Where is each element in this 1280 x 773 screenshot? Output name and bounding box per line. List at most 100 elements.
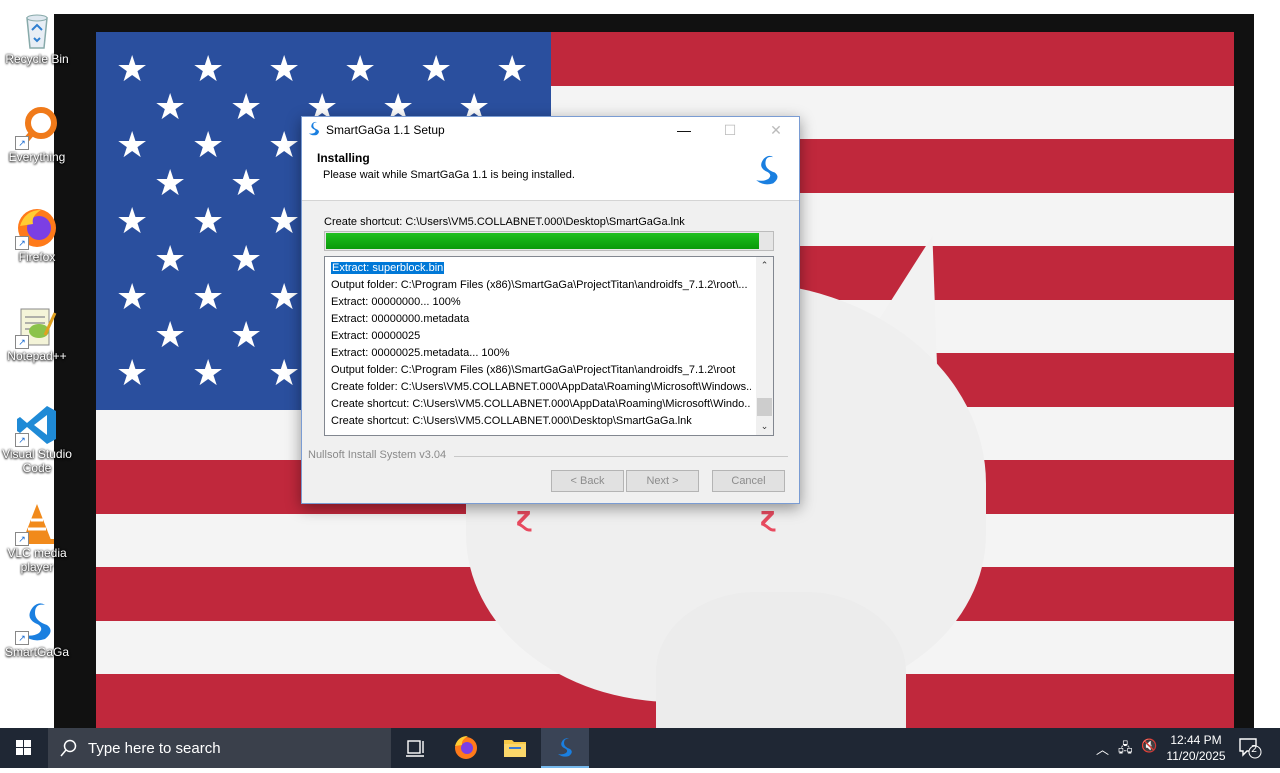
- smartgaga-swan-icon: [750, 153, 784, 189]
- dialog-title: SmartGaGa 1.1 Setup: [326, 123, 445, 137]
- install-progress-bar: [324, 231, 774, 251]
- flag-star-icon: ★: [154, 239, 187, 280]
- scroll-up-icon[interactable]: ⌃: [756, 257, 773, 274]
- file-explorer-icon: [504, 740, 526, 757]
- minimize-icon: —: [677, 122, 691, 138]
- flag-star-icon: ★: [192, 277, 225, 318]
- flag-star-icon: ★: [154, 315, 187, 356]
- taskbar: Type here to search ︿ 🖧 🔇 12:44 PM 11/20…: [0, 728, 1280, 768]
- flag-star-icon: ★: [268, 277, 301, 318]
- flag-star-icon: ★: [268, 353, 301, 394]
- desktop-icon-label: SmartGaGa: [4, 645, 70, 659]
- cancel-button[interactable]: Cancel: [712, 470, 785, 492]
- smartgaga-swan-icon: ↗: [15, 601, 59, 645]
- log-row[interactable]: Create shortcut: C:\Users\VM5.COLLABNET.…: [331, 396, 751, 413]
- flag-star-icon: ★: [230, 87, 263, 128]
- log-row[interactable]: Output folder: C:\Program Files (x86)\Sm…: [331, 362, 751, 379]
- task-view-button[interactable]: [392, 728, 440, 768]
- desktop-icon-label: Everything: [8, 150, 66, 164]
- dialog-titlebar[interactable]: SmartGaGa 1.1 Setup — ☐ ✕: [302, 117, 799, 143]
- desktop-icon-everything[interactable]: ↗ Everything: [2, 106, 72, 164]
- notification-count: 2: [1251, 744, 1258, 755]
- log-row[interactable]: Create shortcut: C:\Users\VM5.COLLABNET.…: [331, 413, 751, 430]
- header-title: Installing: [317, 151, 370, 165]
- flag-star-icon: ★: [192, 201, 225, 242]
- flag-star-icon: ★: [192, 353, 225, 394]
- shortcut-arrow-icon: ↗: [15, 236, 29, 250]
- branding-divider: [454, 456, 788, 457]
- taskbar-smartgaga[interactable]: [541, 728, 589, 768]
- network-icon[interactable]: 🖧: [1118, 739, 1133, 761]
- taskbar-search-box[interactable]: Type here to search: [48, 728, 391, 768]
- shortcut-arrow-icon: ↗: [15, 532, 29, 546]
- next-button[interactable]: Next >: [626, 470, 699, 492]
- log-row[interactable]: Extract: 00000000... 100%: [331, 294, 751, 311]
- recycle-bin-icon: [15, 8, 59, 52]
- flag-star-icon: ★: [268, 201, 301, 242]
- desktop-icon-label: Recycle Bin: [5, 52, 69, 66]
- flag-star-icon: ★: [192, 125, 225, 166]
- desktop-icon-vlc[interactable]: ↗ VLC media player: [2, 502, 72, 574]
- task-view-icon: [406, 740, 424, 757]
- smartgaga-swan-icon: [306, 121, 322, 137]
- flag-star-icon: ★: [230, 163, 263, 204]
- flag-star-icon: ★: [116, 201, 149, 242]
- log-row[interactable]: Extract: superblock.bin: [331, 260, 751, 277]
- action-center-button[interactable]: 2: [1238, 737, 1262, 763]
- close-icon: ✕: [770, 122, 782, 138]
- setup-dialog: SmartGaGa 1.1 Setup — ☐ ✕ Installing Ple…: [301, 116, 800, 504]
- install-log-list[interactable]: Extract: superblock.bin Output folder: C…: [324, 256, 774, 436]
- search-placeholder: Type here to search: [88, 740, 221, 757]
- cat-blush-left: ɀ: [516, 502, 532, 532]
- desktop-icon-recycle-bin[interactable]: Recycle Bin: [2, 8, 72, 66]
- firefox-icon: [455, 736, 477, 759]
- desktop-icon-label: VLC media player: [7, 546, 67, 574]
- flag-star-icon: ★: [116, 125, 149, 166]
- back-button[interactable]: < Back: [551, 470, 624, 492]
- desktop-icon-label: Firefox: [18, 250, 56, 264]
- shortcut-arrow-icon: ↗: [15, 335, 29, 349]
- flag-star-icon: ★: [116, 277, 149, 318]
- vlc-icon: ↗: [15, 502, 59, 546]
- taskbar-file-explorer[interactable]: [491, 728, 539, 768]
- log-row[interactable]: Extract: 00000025: [331, 328, 751, 345]
- volume-muted-icon[interactable]: 🔇: [1141, 739, 1157, 754]
- taskbar-clock[interactable]: 12:44 PM 11/20/2025: [1160, 732, 1232, 764]
- show-hidden-icons-chevron-up-icon[interactable]: ︿: [1096, 739, 1109, 758]
- scroll-down-icon[interactable]: ⌄: [756, 418, 773, 435]
- log-row[interactable]: Output folder: C:\Program Files (x86)\Sm…: [331, 277, 751, 294]
- minimize-button[interactable]: —: [661, 117, 707, 143]
- shortcut-arrow-icon: ↗: [15, 631, 29, 645]
- firefox-icon: ↗: [15, 206, 59, 250]
- flag-star-icon: ★: [496, 49, 529, 90]
- windows-logo-icon: [16, 740, 31, 755]
- flag-star-icon: ★: [268, 49, 301, 90]
- close-button: ✕: [753, 117, 799, 143]
- desktop-icon-label: Notepad++: [7, 349, 67, 363]
- flag-star-icon: ★: [116, 353, 149, 394]
- scroll-thumb[interactable]: [757, 398, 772, 416]
- flag-star-icon: ★: [154, 87, 187, 128]
- flag-star-icon: ★: [230, 315, 263, 356]
- log-row[interactable]: Extract: 00000000.metadata: [331, 311, 751, 328]
- desktop-icon-vscode[interactable]: ↗ Visual Studio Code: [2, 403, 72, 475]
- header-subtitle: Please wait while SmartGaGa 1.1 is being…: [323, 169, 575, 181]
- start-button[interactable]: [0, 728, 48, 768]
- maximize-button: ☐: [707, 117, 753, 143]
- taskbar-firefox[interactable]: [442, 728, 490, 768]
- flag-star-icon: ★: [192, 49, 225, 90]
- dialog-header: Installing Please wait while SmartGaGa 1…: [302, 143, 799, 201]
- shortcut-arrow-icon: ↗: [15, 136, 29, 150]
- log-scrollbar[interactable]: ⌃ ⌄: [756, 257, 773, 435]
- progress-fill: [326, 233, 759, 249]
- shortcut-arrow-icon: ↗: [15, 433, 29, 447]
- install-status-text: Create shortcut: C:\Users\VM5.COLLABNET.…: [324, 216, 685, 228]
- log-row[interactable]: Create folder: C:\Users\VM5.COLLABNET.00…: [331, 379, 751, 396]
- desktop-icon-label: Visual Studio Code: [2, 447, 72, 475]
- notification-icon: [1239, 738, 1262, 759]
- maximize-icon: ☐: [723, 122, 737, 138]
- desktop-icon-smartgaga[interactable]: ↗ SmartGaGa: [2, 601, 72, 659]
- log-row[interactable]: Extract: 00000025.metadata... 100%: [331, 345, 751, 362]
- desktop-icon-firefox[interactable]: ↗ Firefox: [2, 206, 72, 264]
- desktop-icon-notepad-plus-plus[interactable]: ↗ Notepad++: [2, 305, 72, 363]
